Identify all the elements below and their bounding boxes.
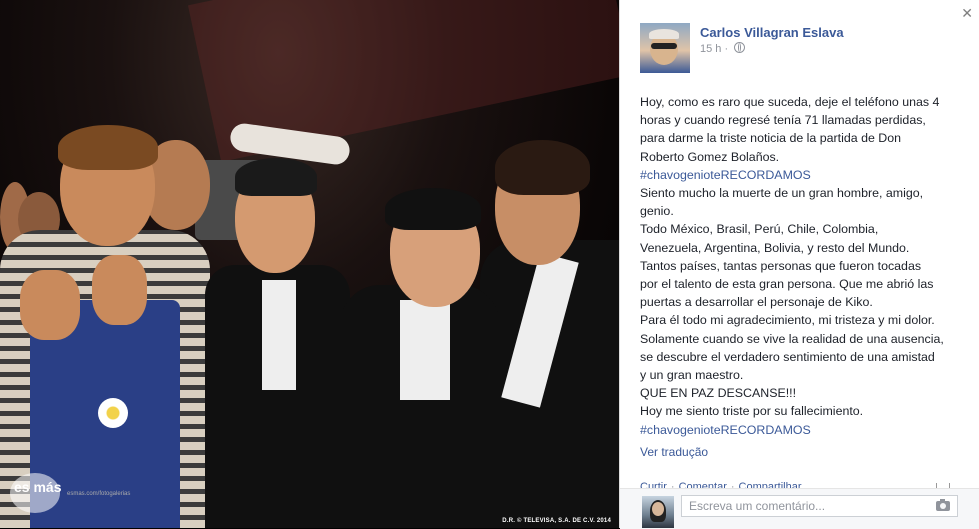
dress-shirt <box>262 280 296 390</box>
comment-bar <box>620 488 979 529</box>
watermark-url: esmas.com/fotogalerias <box>67 491 131 497</box>
post-sidebar: ✕ Carlos Villagran Eslava 15 h · Hoy, co… <box>619 0 979 529</box>
globe-icon[interactable] <box>734 42 746 53</box>
meta-separator: · <box>724 43 729 55</box>
post-timestamp[interactable]: 15 h <box>700 43 721 55</box>
author-avatar[interactable] <box>640 23 690 73</box>
photo-copyright: D.R. © TELEVISA, S.A. DE C.V. 2014 <box>502 518 611 524</box>
post-photo[interactable]: es más esmas.com/fotogalerias D.R. © TEL… <box>0 0 619 528</box>
post-text-line: genio. <box>640 204 674 219</box>
post-text-line: para darme la triste noticia de la parti… <box>640 131 902 146</box>
comment-input[interactable] <box>681 495 958 517</box>
post-text-line: puertas a desarrollar el personaje de Ki… <box>640 295 873 310</box>
post-text-line: Siento mucho la muerte de un gran hombre… <box>640 186 924 201</box>
post-text-line: horas y cuando regresé tenía 71 llamadas… <box>640 113 926 128</box>
flower-patch <box>98 398 128 428</box>
post-text-line: Todo México, Brasil, Perú, Chile, Colomb… <box>640 222 879 237</box>
post-text-line: QUE EN PAZ DESCANSE!!! <box>640 386 797 401</box>
post-meta: 15 h · <box>700 42 746 55</box>
close-icon[interactable]: ✕ <box>961 5 973 22</box>
post-text-line: Hoy me siento triste por su fallecimient… <box>640 404 864 419</box>
person-hair <box>495 140 590 195</box>
post-text-line: Para él todo mi agradecimiento, mi trist… <box>640 313 935 328</box>
avatar-hair <box>649 29 679 39</box>
avatar-sunglasses <box>651 43 677 49</box>
post-text-line: se descubre el verdadero sentimiento de … <box>640 349 935 364</box>
post-text-line: por el talento de esta gran persona. Que… <box>640 277 934 292</box>
post-text-line: y un gran maestro. <box>640 368 744 383</box>
person-hair <box>58 125 158 170</box>
clapping-hand <box>92 255 147 325</box>
person-hair <box>235 158 317 196</box>
hashtag-link[interactable]: #chavogenioteRECORDAMOS <box>640 421 970 439</box>
post-text-line: Solamente cuando se vive la realidad de … <box>640 331 944 346</box>
avatar-face <box>652 502 664 516</box>
hashtag-link[interactable]: #chavogenioteRECORDAMOS <box>640 166 970 184</box>
current-user-avatar <box>642 496 674 528</box>
post-text: Hoy, como es raro que suceda, deje el te… <box>640 93 970 439</box>
post-text-line: Tantos países, tantas personas que fuero… <box>640 258 922 273</box>
camera-icon[interactable] <box>936 499 950 511</box>
author-name-link[interactable]: Carlos Villagran Eslava <box>700 25 844 40</box>
dress-shirt <box>400 300 450 400</box>
person-hair <box>385 188 481 230</box>
see-translation-link[interactable]: Ver tradução <box>640 445 708 459</box>
watermark-logo-text: es más <box>14 479 62 495</box>
post-text-line: Roberto Gomez Bolaños. <box>640 149 780 164</box>
clapping-hand <box>20 270 80 340</box>
post-text-line: Hoy, como es raro que suceda, deje el te… <box>640 95 940 109</box>
post-text-line: Venezuela, Argentina, Bolivia, y resto d… <box>640 240 910 255</box>
